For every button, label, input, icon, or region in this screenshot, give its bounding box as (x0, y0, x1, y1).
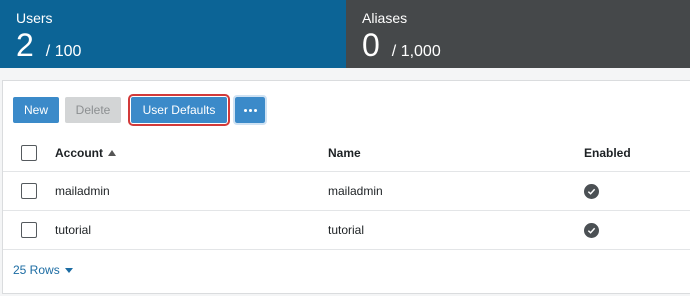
row-checkbox[interactable] (21, 183, 37, 199)
aliases-count: 0 (362, 27, 380, 63)
rows-per-page-dropdown[interactable]: 25 Rows (13, 263, 73, 277)
users-count: 2 (16, 27, 34, 63)
users-panel: New Delete User Defaults Account Name En… (2, 80, 690, 294)
user-defaults-button[interactable]: User Defaults (128, 94, 230, 126)
column-header-name[interactable]: Name (328, 134, 528, 171)
delete-button[interactable]: Delete (65, 97, 121, 123)
table-row[interactable]: tutorial tutorial (3, 211, 690, 250)
account-cell[interactable]: tutorial (55, 211, 295, 249)
account-cell[interactable]: mailadmin (55, 172, 295, 210)
more-button[interactable] (233, 95, 267, 125)
table-row[interactable]: mailadmin mailadmin (3, 172, 690, 211)
rows-per-page-label: 25 Rows (13, 263, 60, 277)
column-header-name-label: Name (328, 145, 361, 160)
column-header-enabled-label: Enabled (584, 145, 631, 160)
aliases-stat-label: Aliases (362, 10, 408, 26)
enabled-check-icon (584, 222, 599, 238)
name-cell: tutorial (328, 223, 365, 237)
users-stat-card[interactable]: Users 2 / 100 (0, 0, 346, 68)
users-stat-label: Users (16, 10, 53, 26)
name-cell: mailadmin (328, 184, 383, 198)
column-header-enabled[interactable]: Enabled (584, 134, 664, 171)
caret-down-icon (64, 267, 73, 273)
new-button[interactable]: New (13, 97, 59, 123)
column-header-account-label: Account (55, 145, 103, 160)
table-header-row: Account Name Enabled (3, 134, 690, 172)
enabled-check-icon (584, 183, 599, 199)
sort-ascending-icon (108, 149, 116, 156)
stats-bar: Users 2 / 100 Aliases 0 / 1,000 (0, 0, 690, 68)
aliases-limit: / 1,000 (391, 43, 441, 60)
select-all-checkbox[interactable] (21, 144, 37, 161)
row-checkbox[interactable] (21, 222, 37, 238)
column-header-account[interactable]: Account (55, 134, 295, 171)
users-limit: / 100 (45, 43, 82, 60)
aliases-stat-card[interactable]: Aliases 0 / 1,000 (346, 0, 690, 68)
more-horizontal-icon (243, 108, 257, 112)
